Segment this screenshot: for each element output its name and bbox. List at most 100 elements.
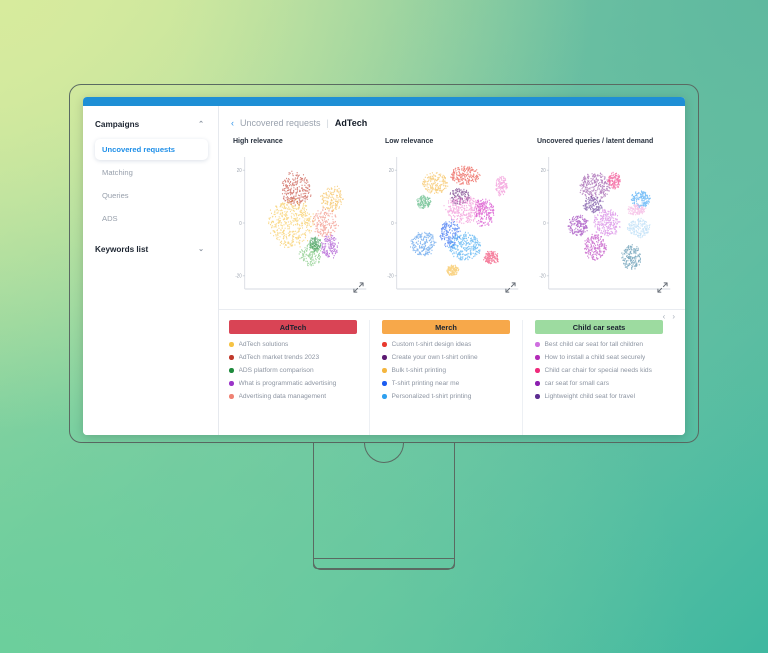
sidebar-item-matching[interactable]: Matching [95,162,208,183]
legend-column-header: Child car seats [535,320,663,334]
legend-row[interactable]: AdTech solutions [229,341,357,348]
app-window: Campaigns ⌃ Uncovered requests Matching Qu… [83,97,685,435]
sidebar-section-keywords-label: Keywords list [95,245,148,254]
legend-row[interactable]: car seat for small cars [535,380,663,387]
legend-row-label: How to install a child seat securely [545,354,646,361]
legend-row-label: Create your own t-shirt online [392,354,478,361]
sidebar: Campaigns ⌃ Uncovered requests Matching Qu… [83,106,219,435]
legend-row-label: Best child car seat for tall children [545,341,644,348]
chart-panel-0: High relevance 20 0 -20 [229,138,371,303]
legend-dot-icon [229,355,234,360]
svg-text:20: 20 [389,168,394,175]
pager-prev-icon[interactable]: ‹ [663,312,666,321]
breadcrumb-separator: | [327,118,329,128]
window-topbar [83,97,685,106]
svg-text:0: 0 [239,220,242,227]
svg-text:20: 20 [237,168,242,175]
chart-row: High relevance 20 0 -20 Low relevance 20 0 -20 U… [219,138,685,303]
breadcrumb-current: AdTech [335,118,367,128]
legend-row[interactable]: Child car chair for special needs kids [535,367,663,374]
legend-row[interactable]: Bulk t-shirt printing [382,367,510,374]
legend-row-label: ADS platform comparison [239,367,314,374]
scatter-plot[interactable]: 20 0 -20 [229,151,371,303]
legend-row[interactable]: How to install a child seat securely [535,354,663,361]
legend-dot-icon [382,394,387,399]
legend-section: ‹ › AdTech AdTech solutions AdTech market … [219,309,685,435]
expand-icon[interactable] [505,282,516,293]
breadcrumb: ‹ Uncovered requests | AdTech [219,106,685,138]
legend-column-2: Child car seats Best child car seat for t… [522,320,675,435]
svg-text:-20: -20 [387,273,393,280]
legend-row-label: What is programmatic advertising [239,380,337,387]
legend-row[interactable]: Best child car seat for tall children [535,341,663,348]
legend-row[interactable]: Personalized t-shirt printing [382,393,510,400]
legend-column-1: Merch Custom t-shirt design ideas Create y… [369,320,522,435]
legend-dot-icon [229,368,234,373]
legend-row[interactable]: T-shirt printing near me [382,380,510,387]
monitor-base [313,558,455,570]
chevron-down-icon: ⌄ [198,246,204,253]
svg-text:-20: -20 [539,273,545,280]
legend-row-label: AdTech market trends 2023 [239,354,320,361]
svg-text:20: 20 [541,168,546,175]
legend-row-label: Lightweight child seat for travel [545,393,636,400]
legend-pager: ‹ › [663,312,675,321]
expand-icon[interactable] [657,282,668,293]
svg-text:0: 0 [543,220,546,227]
scatter-plot[interactable]: 20 0 -20 [533,151,675,303]
legend-dot-icon [535,342,540,347]
legend-dot-icon [535,368,540,373]
legend-row[interactable]: What is programmatic advertising [229,380,357,387]
legend-row[interactable]: Advertising data management [229,393,357,400]
legend-row[interactable]: Create your own t-shirt online [382,354,510,361]
legend-columns: AdTech AdTech solutions AdTech market tren… [229,320,675,435]
back-chevron-icon[interactable]: ‹ [231,118,234,128]
chart-panel-1: Low relevance 20 0 -20 [381,138,523,303]
legend-row[interactable]: Custom t-shirt design ideas [382,341,510,348]
breadcrumb-parent[interactable]: Uncovered requests [240,118,321,128]
legend-column-header: AdTech [229,320,357,334]
legend-row-label: Child car chair for special needs kids [545,367,652,374]
sidebar-item-label: Uncovered requests [102,145,175,154]
sidebar-item-ads[interactable]: ADS [95,208,208,229]
sidebar-section-campaigns[interactable]: Campaigns ⌃ [95,120,208,129]
legend-row[interactable]: Lightweight child seat for travel [535,393,663,400]
sidebar-item-list: Uncovered requests Matching Queries ADS [95,139,208,229]
legend-row-label: T-shirt printing near me [392,380,460,387]
sidebar-item-label: Matching [102,168,133,177]
chart-panel-2: Uncovered queries / latent demand 20 0 -20 [533,138,675,303]
app-body: Campaigns ⌃ Uncovered requests Matching Qu… [83,106,685,435]
legend-row[interactable]: ADS platform comparison [229,367,357,374]
chevron-up-icon: ⌃ [198,121,204,128]
legend-row-label: car seat for small cars [545,380,610,387]
chart-title: Low relevance [385,138,523,145]
main-panel: ‹ Uncovered requests | AdTech High relev… [219,106,685,435]
sidebar-item-uncovered-requests[interactable]: Uncovered requests [95,139,208,160]
legend-dot-icon [535,381,540,386]
legend-dot-icon [382,381,387,386]
scene: Campaigns ⌃ Uncovered requests Matching Qu… [0,0,768,653]
scatter-plot[interactable]: 20 0 -20 [381,151,523,303]
legend-dot-icon [229,394,234,399]
legend-dot-icon [535,394,540,399]
legend-dot-icon [382,368,387,373]
legend-row-label: AdTech solutions [239,341,289,348]
sidebar-item-label: ADS [102,214,118,223]
legend-dot-icon [229,381,234,386]
legend-dot-icon [382,342,387,347]
svg-text:0: 0 [391,220,394,227]
legend-row-label: Bulk t-shirt printing [392,367,447,374]
sidebar-section-keywords[interactable]: Keywords list ⌄ [95,245,208,254]
expand-icon[interactable] [353,282,364,293]
legend-row-label: Personalized t-shirt printing [392,393,472,400]
sidebar-item-queries[interactable]: Queries [95,185,208,206]
pager-next-icon[interactable]: › [672,312,675,321]
legend-row-label: Advertising data management [239,393,327,400]
chart-title: Uncovered queries / latent demand [537,138,675,145]
legend-dot-icon [229,342,234,347]
legend-dot-icon [382,355,387,360]
legend-column-0: AdTech AdTech solutions AdTech market tren… [229,320,369,435]
legend-row[interactable]: AdTech market trends 2023 [229,354,357,361]
legend-row-label: Custom t-shirt design ideas [392,341,472,348]
legend-column-header: Merch [382,320,510,334]
